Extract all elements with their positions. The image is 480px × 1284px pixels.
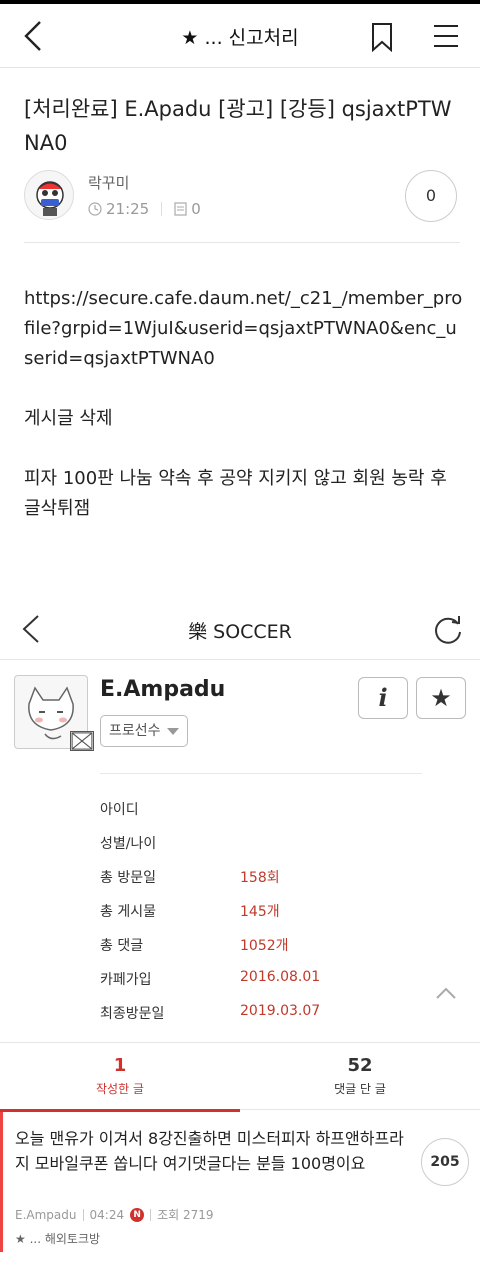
tab-label: 작성한 글 bbox=[96, 1082, 144, 1096]
info-button: i bbox=[358, 677, 408, 719]
meta-divider bbox=[150, 1208, 152, 1221]
author-name[interactable]: 락꾸미 bbox=[88, 172, 129, 193]
comment-count-button[interactable]: 0 bbox=[405, 170, 457, 222]
item-author: E.Ampadu bbox=[15, 1207, 77, 1222]
profile-name: E.Ampadu bbox=[100, 677, 226, 702]
tab-written-posts: 1 작성한 글 bbox=[0, 1043, 240, 1112]
menu-icon[interactable] bbox=[432, 22, 460, 50]
body-paragraph: 피자 100판 나눔 약속 후 공약 지키지 않고 회원 농락 후 글삭튀잼 bbox=[24, 468, 447, 519]
embedded-tabs: 1 작성한 글 52 댓글 단 글 bbox=[0, 1042, 480, 1112]
item-comment-count: 205 bbox=[421, 1138, 469, 1186]
document-icon bbox=[174, 202, 187, 216]
meta-divider bbox=[82, 1208, 84, 1221]
top-app-bar: ★ ... 신고처리 bbox=[0, 4, 480, 68]
item-subject: 오늘 맨유가 이겨서 8강진출하면 미스터피자 하프앤하프라지 모바일쿠폰 쏩니… bbox=[15, 1129, 404, 1173]
body-paragraph: 게시글 삭제 bbox=[24, 408, 113, 429]
tab-label: 댓글 단 글 bbox=[334, 1082, 386, 1096]
post-body: https://secure.cafe.daum.net/_c21_/membe… bbox=[24, 284, 464, 554]
stat-row: 최종방문일 2019.03.07 bbox=[100, 995, 460, 1029]
stat-row: 총 댓글 1052개 bbox=[100, 927, 460, 961]
stat-row: 총 게시물 145개 bbox=[100, 893, 460, 927]
stat-label: 총 댓글 bbox=[100, 938, 144, 954]
item-meta: E.Ampadu 04:24 N 조회 2719 bbox=[15, 1206, 214, 1223]
new-badge: N bbox=[130, 1207, 145, 1222]
stat-label: 성별/나이 bbox=[100, 836, 157, 852]
item-views: 조회 2719 bbox=[157, 1208, 214, 1222]
stat-row: 총 방문일 158회 bbox=[100, 859, 460, 893]
stat-value: 145개 bbox=[240, 904, 280, 920]
avatar-character-icon bbox=[36, 181, 64, 216]
embedded-cafe-title: 樂 SOCCER bbox=[188, 621, 292, 643]
stat-label: 총 게시물 bbox=[100, 904, 156, 920]
list-item: 오늘 맨유가 이겨서 8강진출하면 미스터피자 하프앤하프라지 모바일쿠폰 쏩니… bbox=[0, 1112, 480, 1252]
refresh-icon bbox=[435, 616, 461, 644]
clock-icon bbox=[88, 202, 102, 216]
post-meta: 21:25 0 bbox=[88, 200, 201, 218]
page-title: ★ ... 신고처리 bbox=[181, 27, 299, 49]
embedded-profile-card: E.Ampadu 프로선수 i ★ 아이디 성별/나이 총 방문일 158회 총… bbox=[0, 661, 480, 1041]
grade-dropdown: 프로선수 bbox=[100, 715, 188, 747]
stat-value: 2019.03.07 bbox=[240, 1003, 321, 1019]
stat-label: 카페가입 bbox=[100, 972, 152, 988]
post-time: 21:25 bbox=[106, 200, 150, 218]
item-board: ★ ... 해외토크방 bbox=[15, 1232, 101, 1246]
item-time: 04:24 bbox=[89, 1207, 125, 1222]
caret-down-icon bbox=[167, 728, 179, 735]
tab-count: 52 bbox=[347, 1055, 373, 1076]
divider bbox=[100, 773, 422, 774]
post-title: [처리완료] E.Apadu [광고] [강등] qsjaxtPTWNA0 bbox=[24, 97, 452, 155]
grade-label: 프로선수 bbox=[109, 723, 161, 739]
mail-icon bbox=[70, 731, 94, 751]
post-views: 0 bbox=[191, 200, 201, 218]
author-block: 락꾸미 21:25 0 bbox=[24, 168, 460, 228]
meta-divider bbox=[161, 202, 163, 216]
tab-commented-posts: 52 댓글 단 글 bbox=[240, 1043, 480, 1111]
tab-count: 1 bbox=[113, 1055, 127, 1076]
stat-label: 최종방문일 bbox=[100, 1006, 165, 1022]
profile-stats: 아이디 성별/나이 총 방문일 158회 총 게시물 145개 총 댓글 105… bbox=[100, 791, 460, 1029]
stat-label: 총 방문일 bbox=[100, 870, 156, 886]
stat-value: 1052개 bbox=[240, 938, 289, 954]
stat-row: 아이디 bbox=[100, 791, 460, 825]
avatar[interactable] bbox=[24, 170, 74, 220]
divider bbox=[24, 242, 460, 243]
bookmark-icon[interactable] bbox=[370, 22, 394, 52]
stat-label: 아이디 bbox=[100, 802, 139, 818]
chevron-up-icon bbox=[436, 987, 456, 999]
embedded-nav-bar: 樂 SOCCER bbox=[0, 600, 480, 660]
favorite-star-button: ★ bbox=[416, 677, 466, 719]
stat-row: 카페가입 2016.08.01 bbox=[100, 961, 460, 995]
body-link-text[interactable]: https://secure.cafe.daum.net/_c21_/membe… bbox=[24, 284, 464, 374]
stat-row: 성별/나이 bbox=[100, 825, 460, 859]
stat-value: 2016.08.01 bbox=[240, 969, 321, 985]
stat-value: 158회 bbox=[240, 870, 280, 886]
